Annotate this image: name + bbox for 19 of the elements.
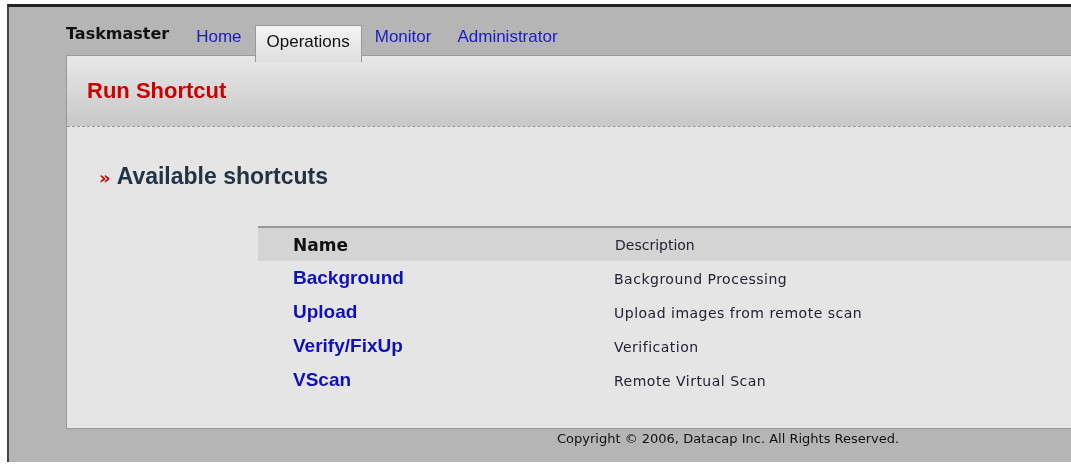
shortcut-link[interactable]: Verify/FixUp: [293, 335, 403, 356]
nav-tab[interactable]: Administrator: [444, 27, 571, 55]
shortcut-link[interactable]: VScan: [293, 369, 352, 390]
nav-tab[interactable]: Home: [183, 27, 255, 55]
section-marker: »: [99, 167, 111, 188]
column-header: Description: [614, 227, 1071, 261]
brand-title: Taskmaster: [66, 24, 170, 45]
table-cell: Background Processing: [614, 270, 788, 287]
table-cell: Upload images from remote scan: [614, 304, 863, 321]
table-cell: Verification: [614, 338, 699, 355]
section-title: Available shortcuts: [116, 163, 328, 190]
shortcut-link[interactable]: Upload: [293, 301, 358, 322]
shortcut-link[interactable]: Background: [293, 267, 404, 288]
copyright-text: Copyright © 2006, Datacap Inc. All Rights Reserved.: [557, 431, 900, 446]
table-cell: Remote Virtual Scan: [614, 372, 767, 389]
nav-tab[interactable]: Operations: [254, 25, 362, 62]
page-title: Run Shortcut: [87, 78, 227, 104]
column-header: Name: [258, 227, 614, 261]
nav-tab[interactable]: Monitor: [361, 27, 445, 55]
